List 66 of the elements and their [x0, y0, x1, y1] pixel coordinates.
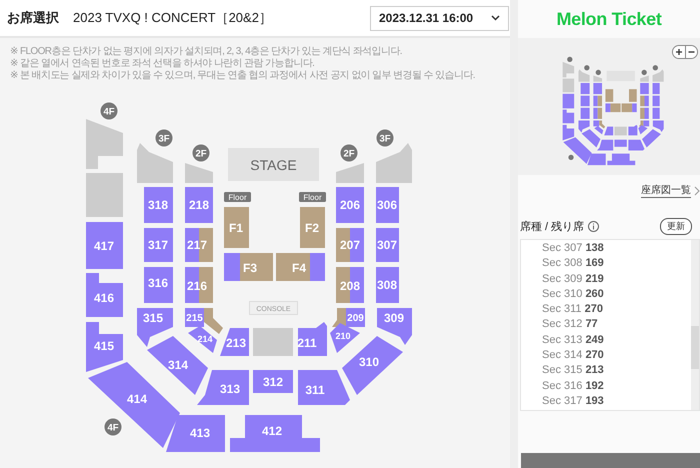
unavailable-section [376, 143, 412, 183]
remaining-seat-item: Sec 315 213 [542, 363, 605, 378]
remaining-seat-item: Sec 313 249 [542, 332, 605, 348]
seat-section[interactable]: 412 [230, 415, 320, 452]
unavailable-section [336, 163, 364, 183]
complete-button[interactable] [521, 453, 700, 468]
page-title: お席選択 [7, 9, 59, 27]
remaining-seat-item: Sec 307 138 [542, 241, 605, 256]
stage: STAGE [228, 148, 319, 181]
seat-map-list-link[interactable]: 座席図一覧 [641, 183, 691, 198]
seat-section[interactable]: 309 [377, 308, 412, 345]
remaining-seat-item: Sec 308 169 [542, 256, 605, 272]
unavailable-section [185, 163, 213, 183]
zoom-button[interactable]: + [673, 46, 685, 58]
seat-section[interactable]: 311 [298, 370, 350, 405]
seat-section[interactable]: 210 [330, 323, 360, 353]
seat-section[interactable]: 312 [253, 370, 293, 393]
seat-section[interactable]: 415 [86, 322, 123, 372]
remaining-seat-item: Sec 312 77 [542, 317, 599, 332]
refresh-button[interactable]: 更新 [660, 218, 692, 235]
seat-section[interactable]: F1 [224, 207, 249, 248]
seat-section[interactable]: 416 [86, 273, 123, 317]
unavailable-section [137, 143, 173, 183]
seat-section[interactable]: 206 [336, 187, 364, 223]
remaining-seat-item: Sec 317 193 [542, 394, 605, 409]
notice-text: ※ 본 배치도는 실제와 차이가 있을 수 있으며, 무대는 연출 협의 과정에서 사전 공지 없이 일부 변경될 수 있습니다. [10, 70, 476, 81]
info-icon[interactable] [588, 221, 600, 232]
remaining-seat-item: Sec 316 192 [542, 378, 605, 394]
floor-tag: Floor [224, 192, 251, 202]
level-badge: 4F [100, 102, 118, 120]
level-badge: 2F [340, 144, 358, 162]
remaining-seat-item: Sec 310 260 [542, 286, 605, 302]
remaining-seats-title: 席種 / 残り席 [520, 220, 584, 234]
seat-section[interactable]: 318 [144, 187, 173, 223]
seat-section[interactable]: 313 [197, 370, 249, 405]
level-badge: 3F [156, 130, 172, 146]
seat-section[interactable]: 317 [144, 228, 173, 262]
seat-section[interactable]: 213 [220, 328, 249, 356]
seat-section[interactable]: 307 [376, 228, 399, 262]
seat-section[interactable]: 308 [376, 267, 399, 303]
seat-section[interactable]: 413 [166, 415, 225, 452]
seat-section[interactable]: 218 [185, 187, 213, 223]
unavailable-section [86, 119, 123, 169]
blocked-area [253, 328, 293, 356]
chevron-right-icon [694, 186, 700, 196]
date-select[interactable]: 2023.12.31 16:00 [370, 6, 509, 30]
scrollbar-thumb[interactable] [691, 326, 699, 369]
level-badge: 4F [104, 418, 122, 436]
notice-text: ※ 같은 열에서 연속된 번호로 좌석 선택을 하셔야 나란히 관람 가능합니다. [10, 58, 316, 69]
logo: Melon Ticket [555, 8, 663, 30]
remaining-seat-item: Sec 309 219 [542, 272, 605, 287]
remaining-seat-item: Sec 314 270 [542, 348, 605, 364]
floor-tag: Floor [299, 192, 326, 202]
seat-section[interactable]: 214 [188, 326, 217, 353]
seat-section[interactable]: 306 [376, 187, 399, 223]
zoom-button[interactable]: − [685, 46, 697, 58]
level-badge: 3F [376, 130, 394, 146]
notice-text: ※ FLOOR층은 단차가 없는 평지에 의자가 설치되며, 2, 3, 4층은 단차가 있는 계단식 좌석입니다. [10, 46, 403, 57]
level-badge: 2F [192, 144, 210, 162]
seat-section[interactable]: 417 [86, 222, 123, 269]
seat-section[interactable]: F2 [300, 207, 325, 248]
remaining-seat-item: Sec 311 270 [542, 302, 604, 318]
event-title: 2023 TVXQ ! CONCERT［20&2］ [73, 9, 273, 27]
caret-icon [491, 15, 500, 21]
unavailable-section [86, 173, 123, 217]
seat-section[interactable]: 316 [144, 267, 173, 303]
